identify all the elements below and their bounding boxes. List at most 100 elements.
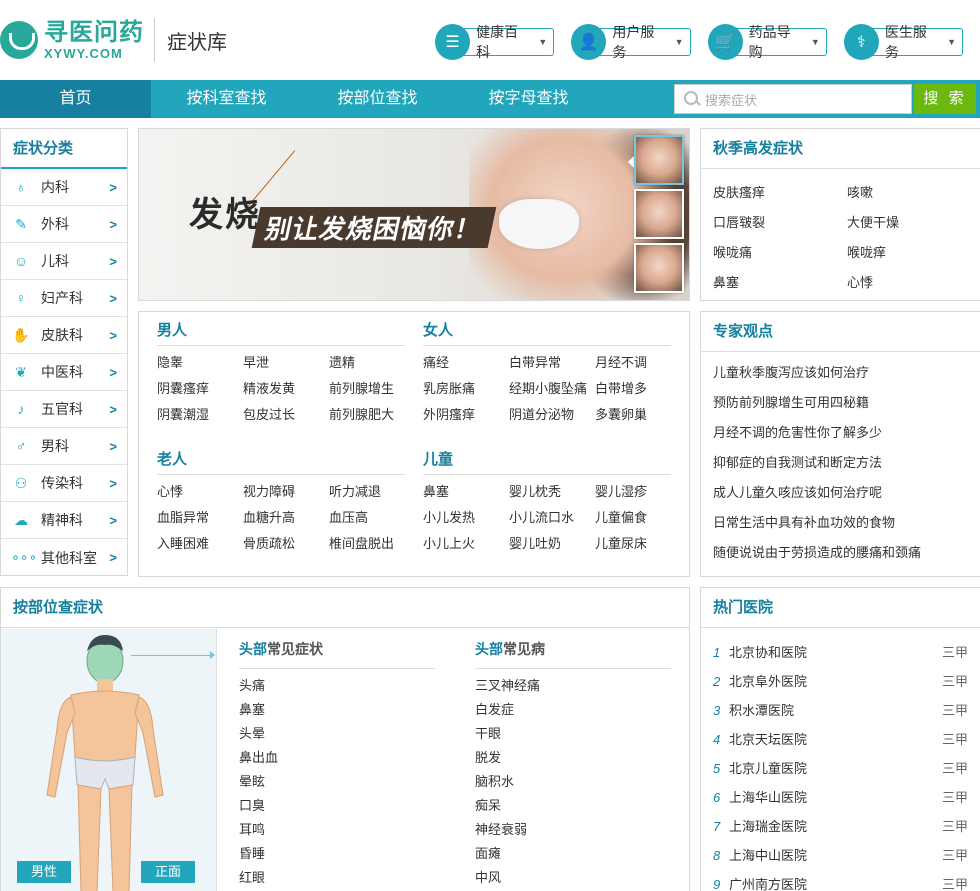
category-pediatrics[interactable]: ☺ 儿科 > xyxy=(1,243,127,280)
top-nav-drug-guide[interactable]: 🛒 药品导购 ▼ xyxy=(707,24,827,60)
hospital-row[interactable]: 3 积水潭医院 三甲 xyxy=(713,696,968,725)
expert-article-link[interactable]: 随便说说由于劳损造成的腰痛和颈痛 xyxy=(713,538,980,568)
hospital-row[interactable]: 8 上海中山医院 三甲 xyxy=(713,841,968,870)
hospital-row[interactable]: 5 北京儿童医院 三甲 xyxy=(713,754,968,783)
body-symptom-link[interactable]: 口臭 xyxy=(239,794,435,818)
symptom-link[interactable]: 骨质疏松 xyxy=(243,531,329,557)
body-left-arm[interactable] xyxy=(46,696,76,798)
hospital-row[interactable]: 9 广州南方医院 三甲 xyxy=(713,870,968,891)
search-input[interactable]: 搜索症状 xyxy=(674,84,912,114)
symptom-link[interactable]: 精液发黄 xyxy=(243,376,329,402)
season-symptom-link[interactable]: 口唇皲裂 xyxy=(713,208,847,238)
body-symptom-link[interactable]: 晕眩 xyxy=(239,770,435,794)
group-title[interactable]: 女人 xyxy=(423,312,671,346)
top-nav-user-service[interactable]: 👤 用户服务 ▼ xyxy=(571,24,691,60)
top-nav-health-wiki[interactable]: ☰ 健康百科 ▼ xyxy=(435,24,555,60)
symptom-link[interactable]: 血脂异常 xyxy=(157,505,243,531)
symptom-link[interactable]: 鼻塞 xyxy=(423,479,509,505)
symptom-link[interactable]: 前列腺肥大 xyxy=(329,402,405,428)
nav-home[interactable]: 首页 xyxy=(0,80,151,118)
banner-fever[interactable]: 发烧 别让发烧困恼你！ xyxy=(138,128,690,301)
body-disease-link[interactable]: 三叉神经痛 xyxy=(475,674,671,698)
expert-article-link[interactable]: 儿童秋季腹泻应该如何治疗 xyxy=(713,358,980,388)
symptom-link[interactable]: 白带异常 xyxy=(509,350,595,376)
category-obstetrics[interactable]: ♀ 妇产科 > xyxy=(1,280,127,317)
category-tcm[interactable]: ❦ 中医科 > xyxy=(1,354,127,391)
body-disease-link[interactable]: 脱发 xyxy=(475,746,671,770)
category-andrology[interactable]: ♂ 男科 > xyxy=(1,428,127,465)
body-symptom-link[interactable]: 头晕 xyxy=(239,722,435,746)
body-figure[interactable]: 男性 正面 xyxy=(1,629,217,891)
body-symptom-link[interactable]: 鼻塞 xyxy=(239,698,435,722)
symptom-link[interactable]: 儿童尿床 xyxy=(595,531,671,557)
symptom-link[interactable]: 阴囊瘙痒 xyxy=(157,376,243,402)
symptom-link[interactable]: 隐睾 xyxy=(157,350,243,376)
side-toggle-button[interactable]: 正面 xyxy=(141,861,195,883)
group-title[interactable]: 男人 xyxy=(157,312,405,346)
body-left-leg[interactable] xyxy=(77,784,102,891)
hospital-row[interactable]: 1 北京协和医院 三甲 xyxy=(713,638,968,667)
symptom-link[interactable]: 血糖升高 xyxy=(243,505,329,531)
season-symptom-link[interactable]: 皮肤瘙痒 xyxy=(713,178,847,208)
season-symptom-link[interactable]: 喉咙痛 xyxy=(713,238,847,268)
expert-article-link[interactable]: 预防前列腺增生可用四秘籍 xyxy=(713,388,980,418)
body-disease-link[interactable]: 神经衰弱 xyxy=(475,818,671,842)
banner-thumb-3[interactable] xyxy=(634,243,684,293)
body-disease-link[interactable]: 干眼 xyxy=(475,722,671,746)
body-symptom-link[interactable]: 耳鸣 xyxy=(239,818,435,842)
symptom-link[interactable]: 前列腺增生 xyxy=(329,376,405,402)
symptom-link[interactable]: 早泄 xyxy=(243,350,329,376)
body-disease-link[interactable]: 面瘫 xyxy=(475,842,671,866)
symptom-link[interactable]: 听力减退 xyxy=(329,479,405,505)
search-button[interactable]: 搜 索 xyxy=(914,84,976,114)
symptom-link[interactable]: 心悸 xyxy=(157,479,243,505)
hospital-row[interactable]: 7 上海瑞金医院 三甲 xyxy=(713,812,968,841)
expert-article-link[interactable]: 日常生活中具有补血功效的食物 xyxy=(713,508,980,538)
body-symptom-link[interactable]: 昏睡 xyxy=(239,842,435,866)
group-title[interactable]: 老人 xyxy=(157,441,405,475)
category-infectious[interactable]: ⚇ 传染科 > xyxy=(1,465,127,502)
nav-by-body-part[interactable]: 按部位查找 xyxy=(302,80,453,118)
symptom-link[interactable]: 遗精 xyxy=(329,350,405,376)
nav-by-department[interactable]: 按科室查找 xyxy=(151,80,302,118)
body-right-arm[interactable] xyxy=(134,696,164,798)
symptom-link[interactable]: 阴道分泌物 xyxy=(509,402,595,428)
symptom-link[interactable]: 椎间盘脱出 xyxy=(329,531,405,557)
symptom-link[interactable]: 月经不调 xyxy=(595,350,671,376)
logo[interactable]: 寻医问药 XYWY.COM 症状库 xyxy=(0,18,227,62)
symptom-link[interactable]: 乳房胀痛 xyxy=(423,376,509,402)
body-disease-link[interactable]: 中风 xyxy=(475,866,671,890)
expert-article-link[interactable]: 抑郁症的自我测试和断定方法 xyxy=(713,448,980,478)
category-ent[interactable]: ♪ 五官科 > xyxy=(1,391,127,428)
banner-thumb-2[interactable] xyxy=(634,189,684,239)
head-symptoms-title[interactable]: 头部常见症状 xyxy=(239,629,435,669)
category-dermatology[interactable]: ✋ 皮肤科 > xyxy=(1,317,127,354)
body-symptom-link[interactable]: 鼻出血 xyxy=(239,746,435,770)
symptom-link[interactable]: 痛经 xyxy=(423,350,509,376)
hospital-row[interactable]: 6 上海华山医院 三甲 xyxy=(713,783,968,812)
season-symptom-link[interactable]: 大便干燥 xyxy=(847,208,977,238)
body-right-leg[interactable] xyxy=(108,784,133,891)
season-symptom-link[interactable]: 喉咙痒 xyxy=(847,238,977,268)
category-surgery[interactable]: ✎ 外科 > xyxy=(1,206,127,243)
symptom-link[interactable]: 阴囊潮湿 xyxy=(157,402,243,428)
symptom-link[interactable]: 白带增多 xyxy=(595,376,671,402)
symptom-link[interactable]: 小儿流口水 xyxy=(509,505,595,531)
symptom-link[interactable]: 血压高 xyxy=(329,505,405,531)
head-diseases-title[interactable]: 头部常见病 xyxy=(475,629,671,669)
body-disease-link[interactable]: 白发症 xyxy=(475,698,671,722)
top-nav-doctor-service[interactable]: ⚕ 医生服务 ▼ xyxy=(843,24,963,60)
category-psychiatry[interactable]: ☁ 精神科 > xyxy=(1,502,127,539)
hospital-row[interactable]: 4 北京天坛医院 三甲 xyxy=(713,725,968,754)
symptom-link[interactable]: 多囊卵巢 xyxy=(595,402,671,428)
body-symptom-link[interactable]: 红眼 xyxy=(239,866,435,890)
symptom-link[interactable]: 小儿发热 xyxy=(423,505,509,531)
symptom-link[interactable]: 婴儿枕秃 xyxy=(509,479,595,505)
body-disease-link[interactable]: 脑积水 xyxy=(475,770,671,794)
symptom-link[interactable]: 婴儿湿疹 xyxy=(595,479,671,505)
symptom-link[interactable]: 外阴瘙痒 xyxy=(423,402,509,428)
expert-article-link[interactable]: 月经不调的危害性你了解多少 xyxy=(713,418,980,448)
symptom-link[interactable]: 婴儿吐奶 xyxy=(509,531,595,557)
category-internal-medicine[interactable]: ♁ 内科 > xyxy=(1,169,127,206)
body-chest[interactable] xyxy=(70,690,140,762)
